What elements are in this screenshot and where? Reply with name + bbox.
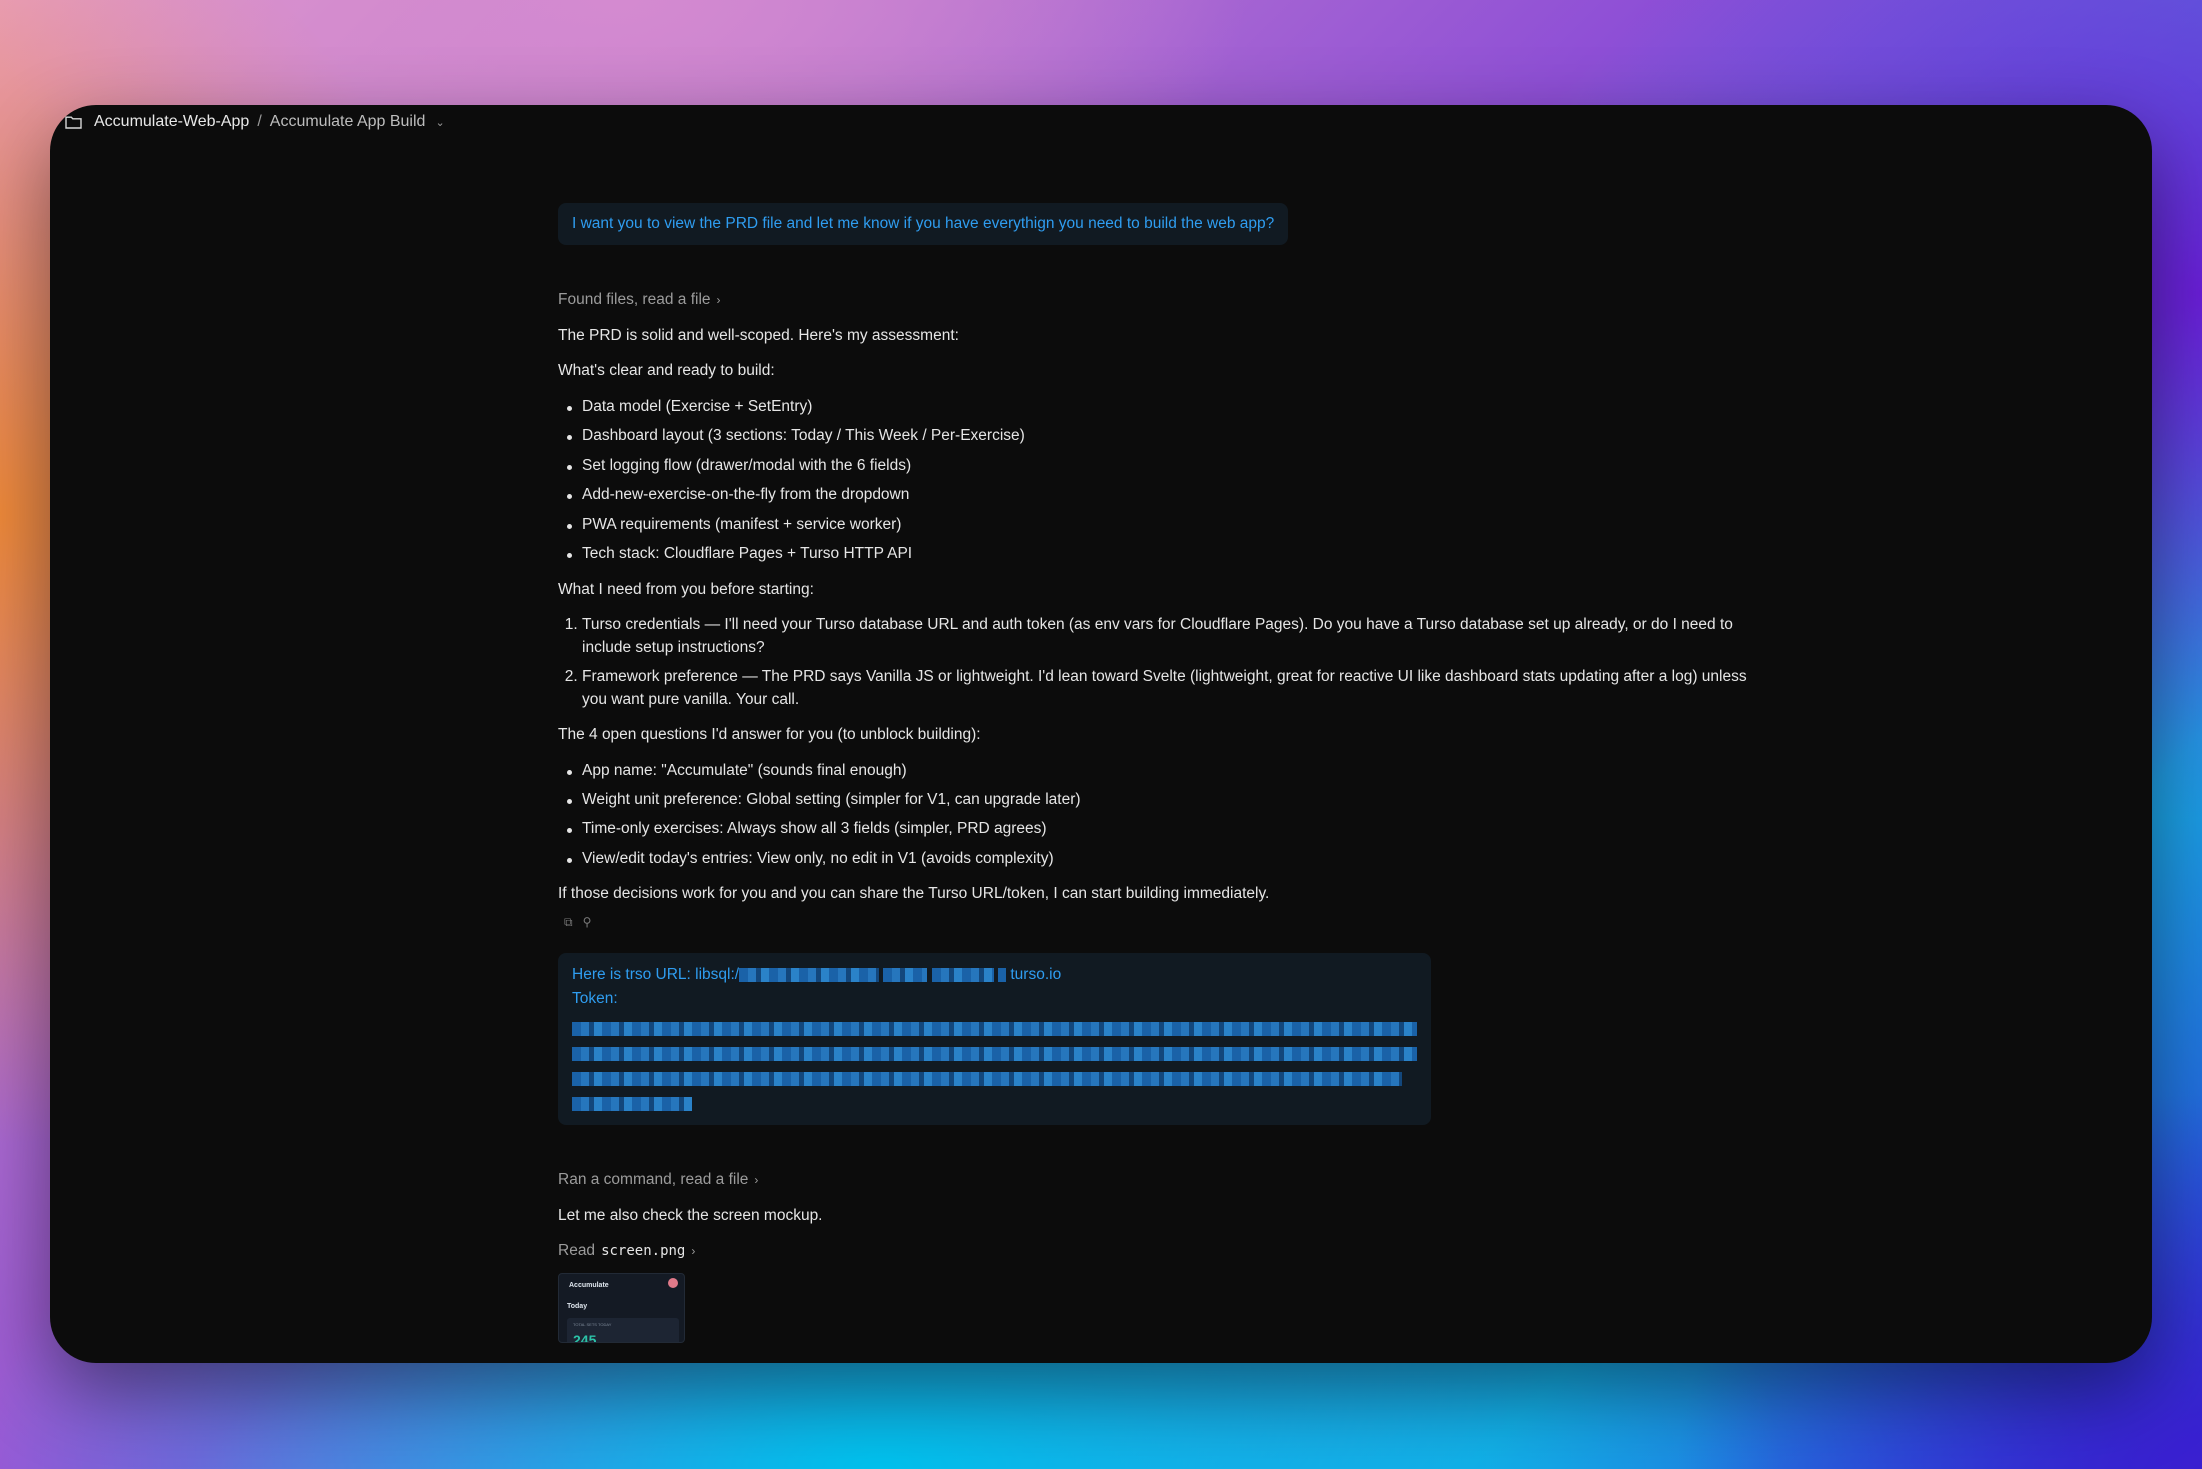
clear-heading: What's clear and ready to build: [558,362,775,380]
list-item: App name: "Accumulate" (sounds final eno… [567,760,1770,782]
read-label: Read [558,1242,596,1260]
assistant-intro: The PRD is solid and well-scoped. Here's… [558,326,959,344]
redacted-token-line [572,1047,1417,1062]
conversation: I want you to view the PRD file and let … [558,203,1770,1343]
chevron-right-icon: › [691,1243,696,1258]
breadcrumb: Accumulate-Web-App / Accumulate App Buil… [65,113,445,131]
chevron-down-icon[interactable]: ⌄ [435,116,444,129]
redacted-block [998,968,1007,983]
redacted-token-line [572,1097,692,1112]
user-message-credentials: Here is trso URL: libsql:/ turso.io Toke… [558,953,1431,1126]
list-item: Add-new-exercise-on-the-fly from the dro… [567,484,1770,506]
open-list: App name: "Accumulate" (sounds final eno… [558,760,1770,871]
file-name: screen.png [601,1243,686,1260]
clear-list: Data model (Exercise + SetEntry) Dashboa… [558,396,1770,566]
avatar [668,1277,678,1288]
tool-summary[interactable]: Found files, read a file › [558,289,1770,311]
pin-icon[interactable]: ⚲ [583,914,592,931]
url-prefix: Here is trso URL: libsql:/ [572,966,740,984]
list-item: Tech stack: Cloudflare Pages + Turso HTT… [567,543,1770,565]
list-item: Data model (Exercise + SetEntry) [567,396,1770,418]
redacted-block [739,968,880,983]
read-file-summary[interactable]: Read screen.png › [558,1240,1770,1262]
copy-icon[interactable]: ⧉ [564,914,573,931]
redacted-token-line [572,1022,1417,1037]
redacted-block [931,968,994,983]
list-item: Turso credentials — I'll need your Turso… [582,614,1770,659]
chevron-right-icon: › [716,293,721,307]
app-window: Accumulate-Web-App / Accumulate App Buil… [50,105,2152,1363]
tool-summary-label: Found files, read a file [558,291,711,309]
list-item: PWA requirements (manifest + service wor… [567,514,1770,536]
redacted-token-line [572,1072,1402,1087]
assistant-closing: If those decisions work for you and you … [558,885,1270,903]
open-heading: The 4 open questions I'd answer for you … [558,726,981,744]
chevron-right-icon: › [754,1172,759,1187]
thumbnail-value: 245 [573,1331,597,1343]
token-label: Token: [572,990,618,1008]
tool-summary-label: Ran a command, read a file [558,1171,749,1189]
list-item: Set logging flow (drawer/modal with the … [567,455,1770,477]
breadcrumb-chat-title[interactable]: Accumulate App Build [270,113,426,131]
assistant-message: Let me also check the screen mockup. [558,1206,823,1224]
thumbnail-section: Today [567,1302,588,1310]
list-item: Dashboard layout (3 sections: Today / Th… [567,425,1770,447]
need-list: Turso credentials — I'll need your Turso… [558,614,1770,711]
url-suffix: turso.io [1010,966,1062,984]
list-item: Time-only exercises: Always show all 3 f… [567,818,1770,840]
need-heading: What I need from you before starting: [558,580,814,598]
user-message: I want you to view the PRD file and let … [558,203,1289,246]
message-actions: ⧉ ⚲ [558,914,1770,931]
screenshot-thumbnail[interactable]: Accumulate Today TOTAL SETS TODAY 245 [558,1272,685,1343]
breadcrumb-separator: / [257,113,262,130]
list-item: View/edit today's entries: View only, no… [567,848,1770,870]
thumbnail-caption: TOTAL SETS TODAY [573,1321,612,1327]
folder-icon [65,115,82,129]
credentials-url-line: Here is trso URL: libsql:/ turso.io [572,963,1417,987]
list-item: Weight unit preference: Global setting (… [567,789,1770,811]
tool-summary[interactable]: Ran a command, read a file › [558,1169,1770,1191]
breadcrumb-project[interactable]: Accumulate-Web-App [94,113,249,131]
thumbnail-app-name: Accumulate [569,1281,609,1289]
redacted-block [883,968,928,983]
list-item: Framework preference — The PRD says Vani… [582,666,1770,711]
